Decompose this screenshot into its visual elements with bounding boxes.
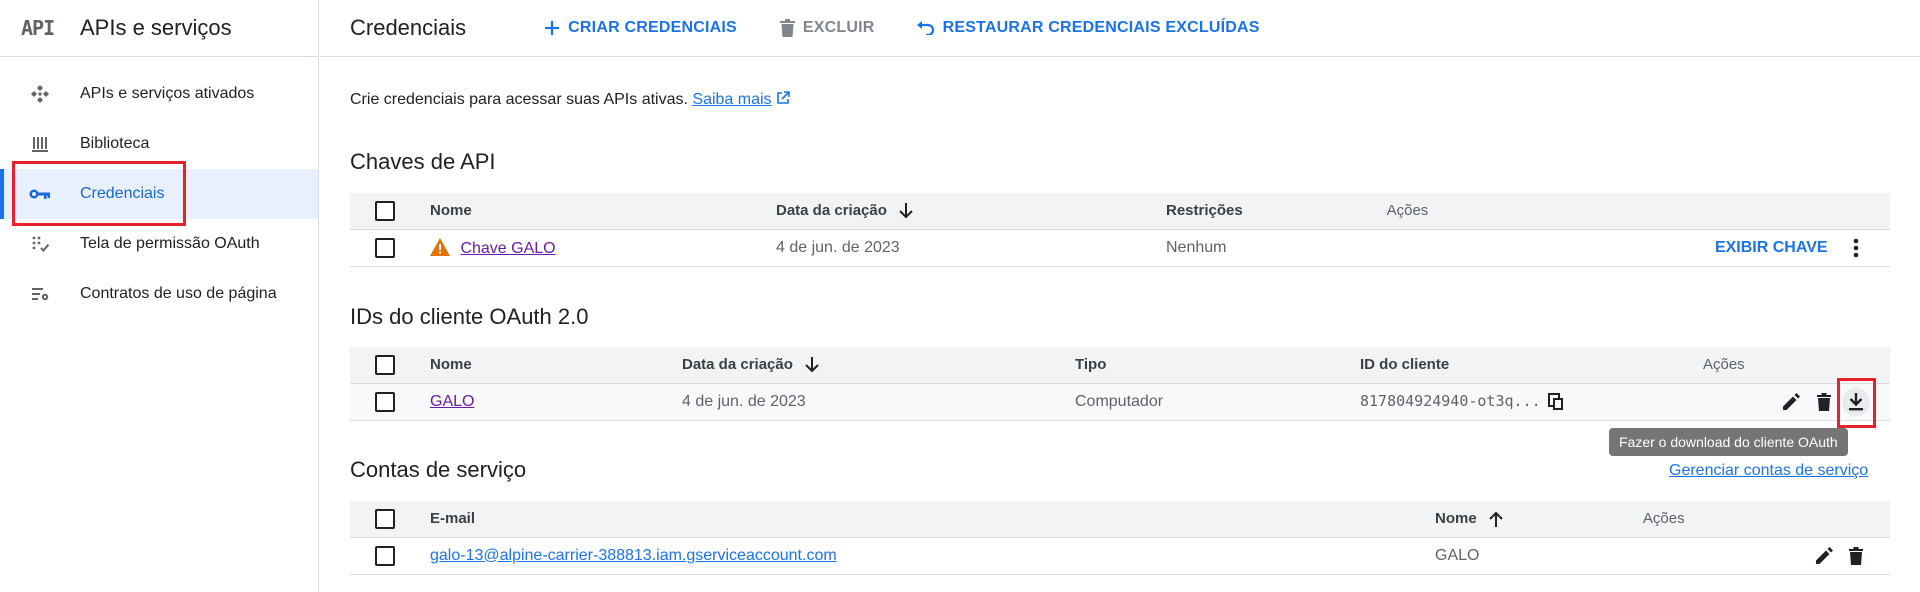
sidebar-header: API APIs e serviços: [0, 0, 318, 57]
sidebar-item-library[interactable]: Biblioteca: [0, 119, 318, 169]
service-accounts-title: Contas de serviço: [350, 457, 527, 482]
show-key-button[interactable]: EXIBIR CHAVE: [1715, 239, 1828, 256]
column-created[interactable]: Data da criação: [776, 193, 1166, 230]
delete-button[interactable]: EXCLUIR: [779, 19, 875, 37]
column-actions: Ações: [1386, 193, 1890, 230]
table-header: E-mail Nome Ações: [350, 501, 1890, 538]
undo-icon: [916, 21, 934, 35]
trash-icon: [1849, 546, 1863, 565]
column-created-label: Data da criação: [682, 356, 793, 374]
edit-pencil-icon: [1783, 392, 1801, 410]
sidebar-item-credentials[interactable]: Credenciais: [0, 169, 318, 219]
column-email: E-mail: [430, 501, 1435, 538]
select-all-checkbox[interactable]: [375, 200, 395, 221]
oauth-clients-title: IDs do cliente OAuth 2.0: [350, 304, 589, 329]
download-icon: [1849, 392, 1863, 410]
copy-icon: [1548, 392, 1564, 410]
edit-service-account-button[interactable]: [1810, 542, 1838, 570]
create-credentials-button[interactable]: CRIAR CREDENCIAIS: [544, 19, 737, 37]
api-key-name-link[interactable]: Chave GALO: [460, 240, 555, 257]
table-header: Nome Data da criação Restrições Ações: [350, 193, 1890, 230]
table-header: Nome Data da criação Tipo ID do cliente …: [350, 347, 1890, 384]
column-created[interactable]: Data da criação: [682, 347, 1075, 384]
api-keys-title: Chaves de API: [350, 149, 496, 174]
manage-service-accounts-link[interactable]: Gerenciar contas de serviço: [1669, 462, 1868, 480]
column-actions: Ações: [1702, 347, 1890, 384]
oauth-client-name-link[interactable]: GALO: [430, 393, 474, 410]
delete-service-account-button[interactable]: [1842, 542, 1870, 570]
arrow-up-icon: [1488, 511, 1503, 527]
oauth-client-type: Computador: [1075, 383, 1360, 421]
sidebar-item-page-usage[interactable]: Contratos de uso de página: [0, 269, 318, 319]
trash-icon: [1816, 392, 1831, 411]
column-name-label: Nome: [1435, 510, 1477, 528]
row-checkbox[interactable]: [375, 545, 395, 566]
warning-icon: [430, 237, 450, 256]
column-client-id: ID do cliente: [1360, 347, 1703, 384]
service-account-name: GALO: [1435, 537, 1643, 575]
more-vert-icon: [1853, 238, 1859, 257]
library-icon: [0, 134, 80, 154]
download-tooltip: Fazer o download do cliente OAuth: [1609, 428, 1848, 456]
delete-label: EXCLUIR: [802, 19, 875, 36]
sidebar-item-label: APIs e serviços ativados: [80, 85, 255, 102]
column-name: Nome: [430, 193, 776, 230]
trash-icon: [779, 19, 795, 37]
topbar: Credenciais CRIAR CREDENCIAIS EXCLUIR RE…: [320, 0, 1920, 57]
api-keys-table: Nome Data da criação Restrições Ações Ch…: [350, 193, 1890, 267]
table-row: galo-13@alpine-carrier-388813.iam.gservi…: [350, 537, 1890, 575]
oauth-consent-icon: [0, 234, 80, 254]
column-created-label: Data da criação: [776, 202, 887, 220]
column-actions: Ações: [1642, 501, 1890, 538]
row-checkbox[interactable]: [375, 237, 395, 258]
restore-deleted-button[interactable]: RESTAURAR CREDENCIAIS EXCLUÍDAS: [916, 19, 1260, 37]
api-diamond-icon: [0, 84, 80, 104]
page-title: Credenciais: [350, 15, 467, 40]
table-row: GALO 4 de jun. de 2023 Computador 817804…: [350, 383, 1890, 421]
select-all-checkbox[interactable]: [375, 354, 395, 375]
arrow-down-icon: [805, 356, 819, 373]
restore-deleted-label: RESTAURAR CREDENCIAIS EXCLUÍDAS: [942, 19, 1260, 36]
external-link-icon: [777, 91, 790, 104]
intro-description: Crie credenciais para acessar suas APIs …: [350, 91, 688, 108]
more-actions-button[interactable]: [1842, 234, 1870, 262]
sidebar: API APIs e serviços APIs e serviços ativ…: [0, 0, 319, 592]
settings-list-icon: [0, 284, 80, 304]
column-restrictions: Restrições: [1166, 193, 1387, 230]
api-key-created: 4 de jun. de 2023: [776, 229, 1166, 267]
delete-oauth-client-button[interactable]: [1810, 388, 1838, 416]
oauth-client-id: 817804924940-ot3q...: [1360, 391, 1541, 410]
oauth-clients-table: Nome Data da criação Tipo ID do cliente …: [350, 347, 1890, 421]
sidebar-nav: APIs e serviços ativados Biblioteca Cred…: [0, 69, 318, 319]
copy-client-id-button[interactable]: [1545, 388, 1567, 416]
column-name: Nome: [430, 347, 682, 384]
plus-icon: [545, 21, 560, 35]
sidebar-item-label: Tela de permissão OAuth: [80, 235, 260, 252]
download-oauth-client-button[interactable]: [1842, 387, 1870, 416]
service-account-email-link[interactable]: galo-13@alpine-carrier-388813.iam.gservi…: [430, 547, 837, 564]
table-row: Chave GALO 4 de jun. de 2023 Nenhum EXIB…: [350, 229, 1890, 267]
row-checkbox[interactable]: [375, 391, 395, 412]
key-icon: [0, 187, 80, 201]
sidebar-item-label: Contratos de uso de página: [80, 285, 277, 302]
sidebar-item-oauth-consent[interactable]: Tela de permissão OAuth: [0, 219, 318, 269]
sidebar-item-label: Credenciais: [80, 185, 165, 202]
sidebar-item-label: Biblioteca: [80, 135, 150, 152]
api-logo: API: [21, 16, 55, 40]
learn-more-link[interactable]: Saiba mais: [692, 91, 771, 108]
intro-text: Crie credenciais para acessar suas APIs …: [350, 91, 790, 109]
sidebar-item-enabled-apis[interactable]: APIs e serviços ativados: [0, 69, 318, 119]
arrow-down-icon: [899, 202, 913, 219]
column-type: Tipo: [1075, 347, 1360, 384]
sidebar-title: APIs e serviços: [80, 15, 232, 40]
edit-oauth-client-button[interactable]: [1777, 388, 1805, 416]
api-key-restrictions: Nenhum: [1166, 229, 1387, 267]
oauth-client-created: 4 de jun. de 2023: [682, 383, 1075, 421]
edit-pencil-icon: [1815, 546, 1833, 564]
create-credentials-label: CRIAR CREDENCIAIS: [568, 19, 737, 36]
select-all-checkbox[interactable]: [375, 508, 395, 529]
service-accounts-table: E-mail Nome Ações galo-13@alpine-carrier…: [350, 501, 1890, 575]
column-name[interactable]: Nome: [1435, 501, 1643, 538]
